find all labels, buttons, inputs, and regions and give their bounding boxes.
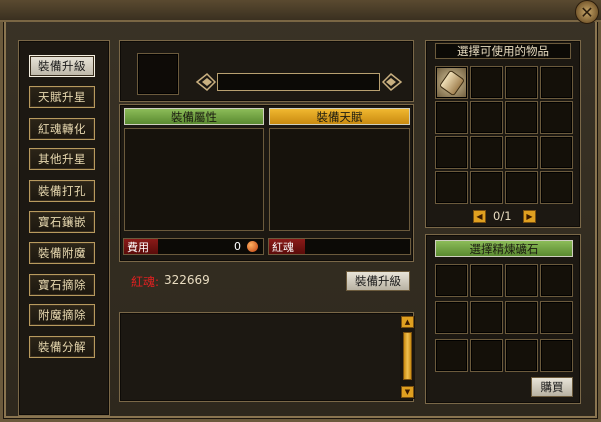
menu-item[interactable]: 寶石摘除 <box>29 274 95 296</box>
ore-slot[interactable] <box>540 301 573 334</box>
title-bar <box>0 0 601 22</box>
refine-title: 選擇精煉礦石 <box>435 240 573 257</box>
menu-item[interactable]: 裝備打孔 <box>29 180 95 202</box>
ore-slot[interactable] <box>470 264 503 297</box>
menu-item[interactable]: 其他升星 <box>29 148 95 170</box>
scroll-thumb[interactable] <box>403 332 412 380</box>
inventory-slot[interactable] <box>505 136 538 169</box>
fee-value: 0 <box>234 240 241 253</box>
ornament-left-icon <box>195 72 217 92</box>
page-indicator: 0/1 <box>493 209 512 223</box>
scroll-down-icon[interactable]: ▼ <box>401 386 414 398</box>
ore-slot[interactable] <box>470 301 503 334</box>
log-panel <box>119 312 414 402</box>
menu-item[interactable]: 裝備分解 <box>29 336 95 358</box>
log-scrollbar[interactable]: ▲ ▼ <box>400 316 415 399</box>
inventory-slot[interactable] <box>540 66 573 99</box>
inventory-slot[interactable] <box>435 101 468 134</box>
fee-bar: 費用 0 <box>123 238 264 255</box>
redsoul-bar: 紅魂 <box>268 238 411 255</box>
ore-slot[interactable] <box>540 264 573 297</box>
menu-item[interactable]: 裝備附魔 <box>29 242 95 264</box>
ore-slot[interactable] <box>505 264 538 297</box>
inventory-slot[interactable] <box>470 66 503 99</box>
redsoul-value: 322669 <box>164 273 210 287</box>
prev-page-icon[interactable]: ◀ <box>473 210 486 223</box>
ore-slot[interactable] <box>435 301 468 334</box>
tab-equipment-attributes[interactable]: 裝備屬性 <box>124 108 264 125</box>
ornament-right-icon <box>381 72 403 92</box>
inventory-slot[interactable] <box>505 101 538 134</box>
tab-equipment-talent[interactable]: 裝備天賦 <box>269 108 410 125</box>
inventory-slot[interactable] <box>470 171 503 204</box>
scroll-item-icon <box>438 69 466 97</box>
buy-button[interactable]: 購買 <box>531 377 573 397</box>
ore-slot[interactable] <box>505 301 538 334</box>
close-icon: ✕ <box>580 2 594 22</box>
close-button[interactable]: ✕ <box>575 0 599 24</box>
ore-slot[interactable] <box>435 264 468 297</box>
inventory-slot[interactable] <box>540 171 573 204</box>
upgrade-button[interactable]: 裝備升級 <box>346 271 410 291</box>
menu-item[interactable]: 寶石鑲嵌 <box>29 211 95 233</box>
inventory-slot[interactable] <box>540 136 573 169</box>
inventory-slot[interactable] <box>505 66 538 99</box>
menu-item[interactable]: 天賦升星 <box>29 86 95 108</box>
inventory-slot[interactable] <box>435 136 468 169</box>
next-page-icon[interactable]: ▶ <box>523 210 536 223</box>
attributes-content <box>124 128 264 231</box>
menu-item[interactable]: 附魔摘除 <box>29 304 95 326</box>
fee-label: 費用 <box>127 240 149 254</box>
scroll-up-icon[interactable]: ▲ <box>401 316 414 328</box>
coin-icon <box>247 241 258 252</box>
inventory-slot[interactable] <box>470 136 503 169</box>
talent-content <box>269 128 410 231</box>
ore-slot[interactable] <box>540 339 573 372</box>
ore-slot[interactable] <box>470 339 503 372</box>
inventory-slot[interactable] <box>540 101 573 134</box>
menu-item[interactable]: 紅魂轉化 <box>29 118 95 140</box>
redsoul-label: 紅魂: <box>131 275 160 289</box>
redsoul-bar-label: 紅魂 <box>272 240 294 254</box>
ore-slot[interactable] <box>505 339 538 372</box>
inventory-slot[interactable] <box>470 101 503 134</box>
ore-slot[interactable] <box>435 339 468 372</box>
equipment-slot[interactable] <box>137 53 179 95</box>
item-name-field <box>217 73 380 91</box>
inventory-title: 選擇可使用的物品 <box>435 43 571 59</box>
menu-item[interactable]: 裝備升級 <box>29 55 95 77</box>
inventory-slot[interactable] <box>505 171 538 204</box>
inventory-slot[interactable] <box>435 66 468 99</box>
inventory-slot[interactable] <box>435 171 468 204</box>
